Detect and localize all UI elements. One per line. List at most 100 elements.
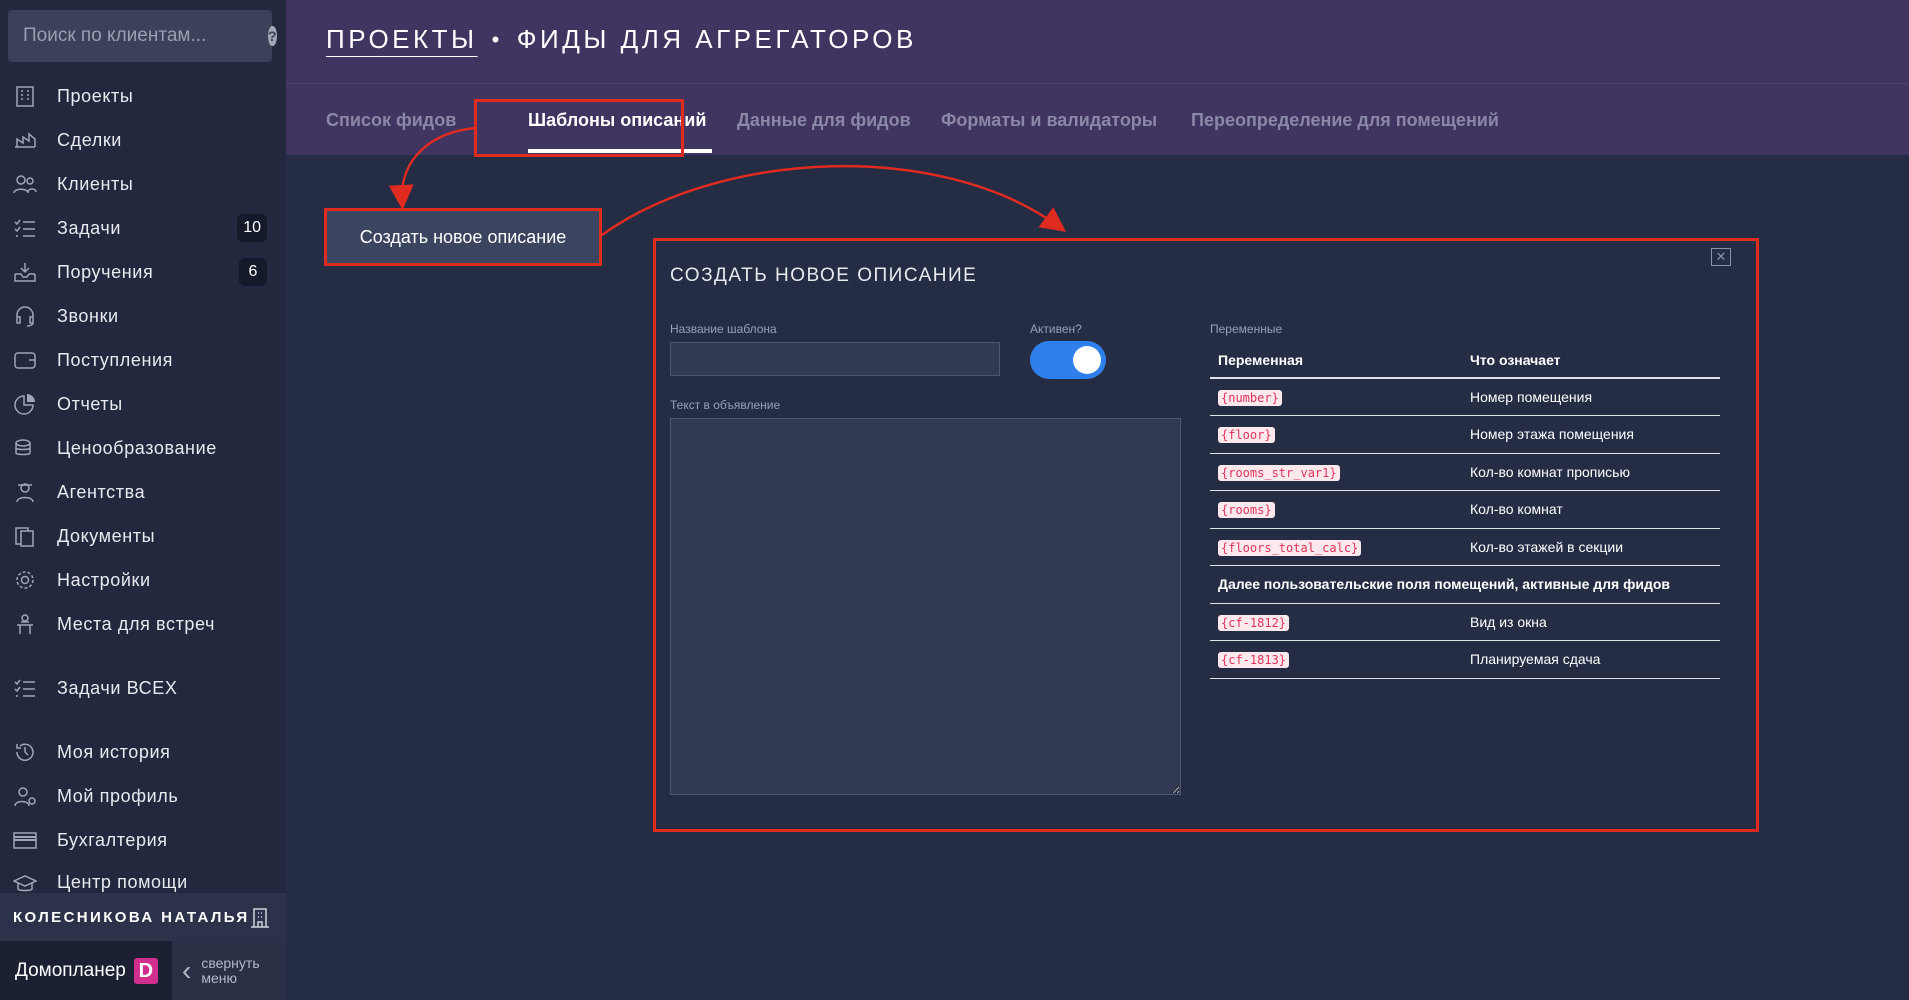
create-description-button[interactable]: Создать новое описание [327, 211, 599, 263]
variable-meaning: Номер этажа помещения [1462, 415, 1720, 454]
create-description-modal: ✕ СОЗДАТЬ НОВОЕ ОПИСАНИЕ Название шаблон… [656, 240, 1759, 832]
sidebar-item-clients[interactable]: Клиенты [0, 164, 286, 204]
variable-meaning: Номер помещения [1462, 378, 1720, 416]
sidebar-item-accounting[interactable]: Бухгалтерия [0, 820, 286, 860]
table-header-row: Переменная Что означает [1210, 342, 1720, 379]
variable-meaning: Кол-во комнат прописью [1462, 453, 1720, 491]
tab-description-templates[interactable]: Шаблоны описаний [528, 110, 706, 131]
brand-logo[interactable]: Домопланер D [15, 958, 158, 984]
deals-icon [12, 128, 38, 152]
tasks-count-badge: 10 [237, 214, 267, 242]
breadcrumb-projects[interactable]: ПРОЕКТЫ [326, 24, 478, 55]
ad-text-label: Текст в объявление [670, 398, 781, 412]
sidebar-item-deals[interactable]: Сделки [0, 120, 286, 160]
tab-unit-overrides[interactable]: Переопределение для помещений [1191, 110, 1499, 131]
current-user[interactable]: КОЛЕСНИКОВА НАТАЛЬЯ [0, 893, 286, 941]
variable-meaning: Кол-во этажей в секции [1462, 528, 1720, 566]
inbox-icon [12, 260, 38, 284]
sidebar-item-tasks[interactable]: Задачи 10 [0, 208, 286, 248]
template-name-label: Название шаблона [670, 322, 777, 336]
sidebar-item-assignments[interactable]: Поручения 6 [0, 252, 286, 292]
sidebar-item-help-center[interactable]: Центр помощи [0, 864, 286, 892]
variable-code[interactable]: {cf-1812} [1218, 614, 1290, 631]
variable-code[interactable]: {rooms} [1218, 502, 1275, 519]
close-icon[interactable]: ✕ [1711, 248, 1731, 266]
tab-formats-validators[interactable]: Форматы и валидаторы [941, 110, 1157, 131]
sidebar-item-settings[interactable]: Настройки [0, 560, 286, 600]
sidebar-item-pricing[interactable]: Ценообразование [0, 428, 286, 468]
sidebar-item-calls[interactable]: Звонки [0, 296, 286, 336]
variables-table: Переменная Что означает {number} Номер п… [1210, 342, 1720, 679]
sidebar-item-label: Проекты [57, 85, 134, 106]
variable-code[interactable]: {number} [1218, 390, 1282, 406]
sidebar-item-label: Мой профиль [57, 785, 179, 806]
building-switch-icon[interactable] [250, 906, 270, 933]
modal-title: СОЗДАТЬ НОВОЕ ОПИСАНИЕ [670, 265, 978, 286]
variable-code[interactable]: {cf-1813} [1218, 652, 1290, 669]
collapse-menu-button[interactable]: ‹ свернуть меню [172, 941, 286, 1000]
variable-meaning: Вид из окна [1462, 603, 1720, 641]
sidebar-item-all-tasks[interactable]: Задачи ВСЕХ [0, 668, 286, 708]
sidebar-item-reports[interactable]: Отчеты [0, 384, 286, 424]
headset-icon [12, 304, 38, 328]
gear-icon [12, 568, 38, 592]
graduation-icon [12, 872, 38, 892]
arrow-button-to-modal [601, 164, 1067, 237]
sidebar-item-label: Звонки [57, 305, 119, 326]
ad-text-textarea[interactable] [670, 418, 1181, 795]
variable-code[interactable]: {floors_total_calc} [1218, 539, 1362, 556]
tasks-icon [12, 216, 38, 240]
table-row: {number} Номер помещения [1210, 378, 1720, 416]
table-row: {cf-1813} Планируемая сдача [1210, 640, 1720, 679]
documents-icon [12, 524, 38, 548]
tab-feeds-list[interactable]: Список фидов [326, 110, 456, 131]
custom-fields-note: Далее пользовательские поля помещений, а… [1210, 565, 1720, 604]
sidebar-item-label: Поступления [57, 349, 173, 370]
sidebar-item-agencies[interactable]: Агентства [0, 472, 286, 512]
sidebar-item-documents[interactable]: Документы [0, 516, 286, 556]
chevron-left-icon: ‹ [182, 954, 192, 986]
header-divider [286, 83, 1909, 84]
variable-code[interactable]: {rooms_str_var1} [1218, 464, 1340, 481]
sidebar-item-label: Сделки [57, 129, 122, 150]
sidebar-item-my-history[interactable]: Моя история [0, 732, 286, 772]
page-header: ПРОЕКТЫ • ФИДЫ ДЛЯ АГРЕГАТОРОВ Список фи… [286, 0, 1909, 155]
brand-bar: Домопланер D ‹ свернуть меню [0, 941, 286, 1000]
sidebar-item-label: Центр помощи [57, 872, 188, 892]
column-header-variable: Переменная [1210, 342, 1462, 379]
user-name: КОЛЕСНИКОВА НАТАЛЬЯ [13, 908, 250, 926]
collapse-label: меню [201, 969, 237, 986]
sidebar-item-label: Настройки [57, 569, 151, 590]
active-tab-indicator [528, 149, 712, 153]
sidebar-item-meeting-places[interactable]: Места для встреч [0, 604, 286, 644]
table-row: {floors_total_calc} Кол-во этажей в секц… [1210, 528, 1720, 566]
template-name-input[interactable] [670, 342, 1000, 376]
search-box: ? [8, 10, 277, 62]
assignments-count-badge: 6 [239, 258, 267, 286]
help-icon[interactable]: ? [268, 26, 277, 46]
sidebar-item-label: Агентства [57, 481, 146, 502]
card-icon [12, 828, 38, 852]
sidebar-item-receipts[interactable]: Поступления [0, 340, 286, 380]
brand-name: Домопланер [15, 960, 126, 981]
search-input[interactable] [23, 25, 268, 47]
sidebar-item-label: Моя история [57, 741, 171, 762]
pie-chart-icon [12, 392, 38, 416]
sidebar-item-label: Задачи [57, 217, 122, 238]
table-row: {floor} Номер этажа помещения [1210, 415, 1720, 454]
active-toggle[interactable] [1030, 341, 1106, 379]
page-title: ПРОЕКТЫ • ФИДЫ ДЛЯ АГРЕГАТОРОВ [326, 24, 917, 55]
table-row: {rooms} Кол-во комнат [1210, 490, 1720, 529]
table-row: {cf-1812} Вид из окна [1210, 603, 1720, 641]
collapse-label: свернуть [201, 954, 260, 971]
sidebar-item-label: Бухгалтерия [57, 829, 168, 850]
tasks-all-icon [12, 676, 38, 700]
variable-meaning: Планируемая сдача [1462, 640, 1720, 679]
tab-feed-data[interactable]: Данные для фидов [737, 110, 911, 131]
breadcrumb-separator: • [491, 26, 503, 52]
profile-icon [12, 784, 38, 808]
variable-code[interactable]: {floor} [1218, 427, 1275, 444]
sidebar-item-label: Места для встреч [57, 613, 216, 634]
sidebar-item-my-profile[interactable]: Мой профиль [0, 776, 286, 816]
sidebar-item-projects[interactable]: Проекты [0, 76, 286, 116]
